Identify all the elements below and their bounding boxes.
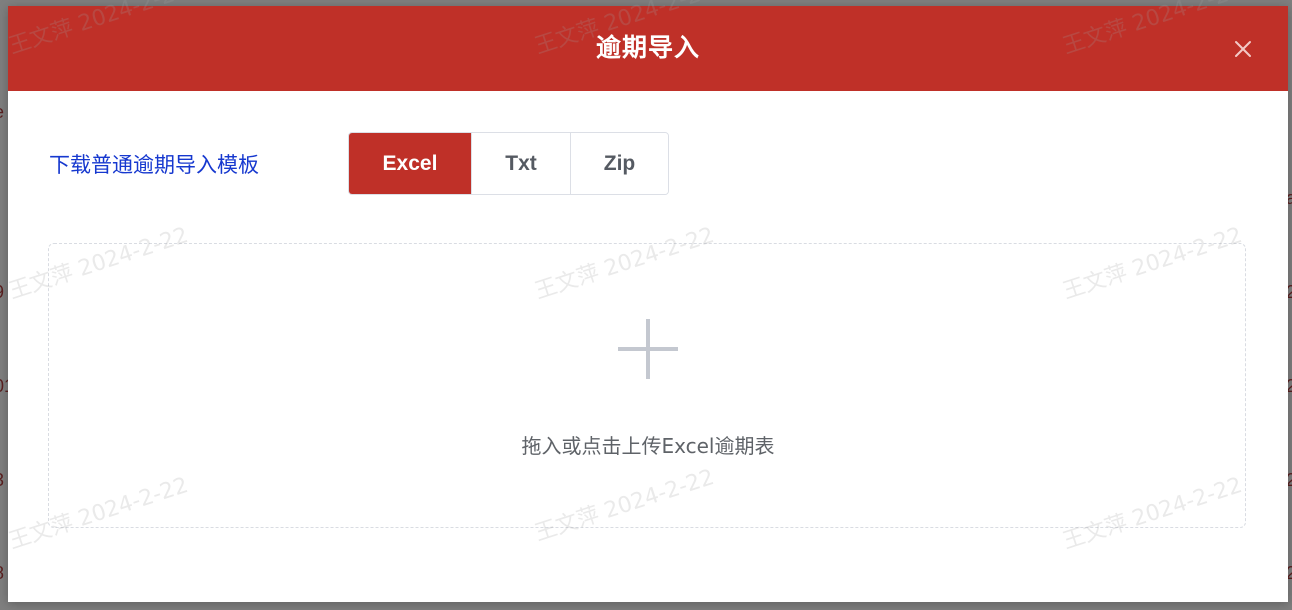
import-dialog: 逾期导入 下载普通逾期导入模板 Excel Txt Zip 拖入或点击上传Exc… [8, 6, 1288, 602]
background-text: 8 [0, 563, 4, 584]
download-template-link[interactable]: 下载普通逾期导入模板 [49, 149, 259, 179]
close-button[interactable] [1230, 36, 1256, 62]
plus-icon [618, 319, 678, 379]
background-text: e [0, 102, 4, 123]
tab-excel[interactable]: Excel [349, 133, 471, 194]
format-tabs: Excel Txt Zip [348, 132, 669, 195]
upload-hint: 拖入或点击上传Excel逾期表 [521, 434, 775, 458]
upload-dropzone[interactable]: 拖入或点击上传Excel逾期表 [48, 243, 1246, 528]
close-icon [1235, 41, 1251, 57]
background-text: 9 [0, 282, 4, 303]
tab-txt[interactable]: Txt [471, 133, 570, 194]
dialog-title: 逾期导入 [595, 33, 700, 62]
tab-zip[interactable]: Zip [570, 133, 668, 194]
background-text: 3 [0, 470, 4, 491]
dialog-header: 逾期导入 [8, 6, 1288, 91]
